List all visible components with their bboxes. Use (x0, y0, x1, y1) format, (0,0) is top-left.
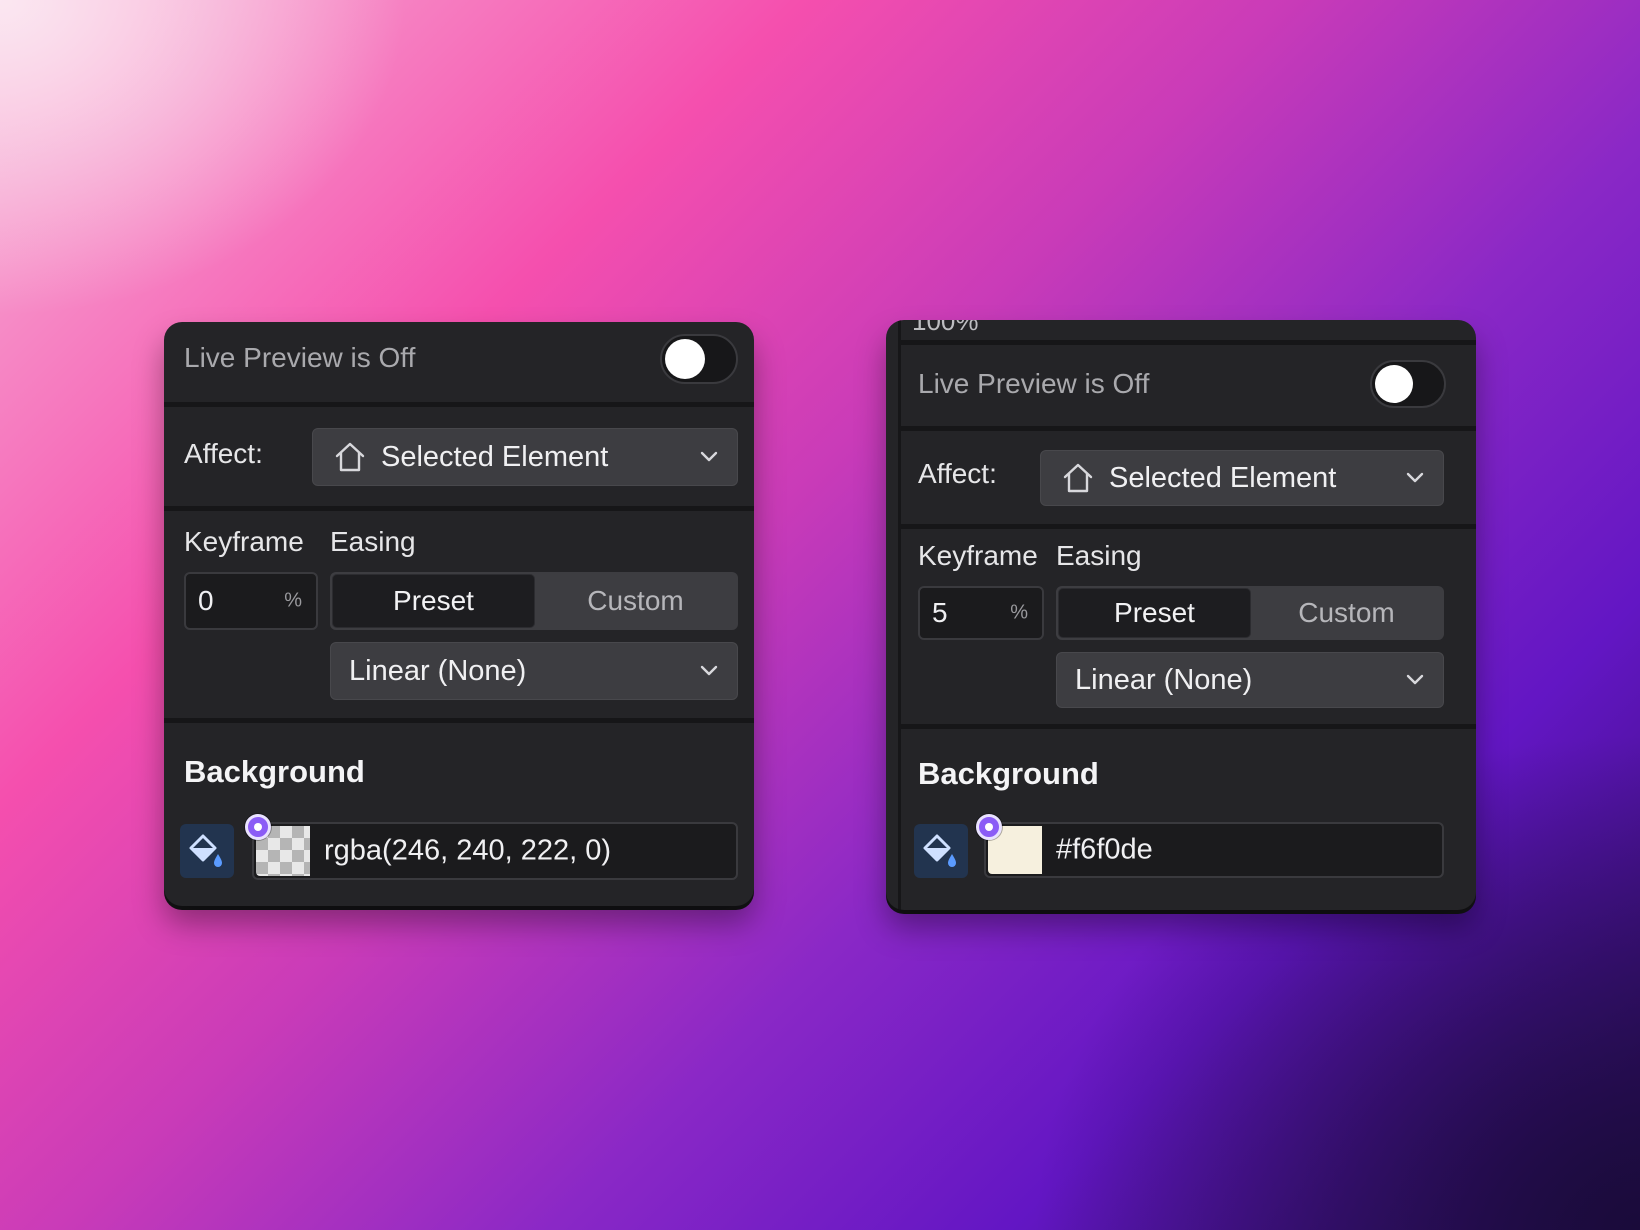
keyframe-input[interactable]: 0 % (184, 572, 318, 630)
animation-panel-left: Live Preview is Off Affect: Selected Ele… (164, 322, 754, 906)
background-color-field[interactable]: rgba(246, 240, 222, 0) (252, 822, 738, 880)
affect-value: Selected Element (1109, 461, 1337, 494)
chevron-down-icon (700, 451, 718, 462)
easing-label: Easing (330, 526, 416, 557)
affect-dropdown[interactable]: Selected Element (312, 428, 738, 486)
keyframe-unit: % (284, 589, 302, 612)
section-divider (898, 340, 1476, 345)
panel-edge-line (898, 320, 901, 910)
background-heading: Background (918, 756, 1099, 791)
paint-bucket-icon (189, 834, 222, 867)
easing-label: Easing (1056, 540, 1142, 571)
background-heading: Background (184, 754, 365, 789)
tab-custom[interactable]: Custom (535, 574, 736, 628)
section-divider (898, 524, 1476, 529)
keyframe-value: 0 (198, 585, 214, 616)
tab-preset[interactable]: Preset (1058, 588, 1251, 638)
keyframe-input[interactable]: 5 % (918, 586, 1044, 640)
section-divider (164, 506, 754, 511)
background-color-field[interactable]: #f6f0de (984, 822, 1444, 878)
chevron-down-icon (1406, 674, 1424, 685)
section-divider (164, 718, 754, 723)
zoom-level: 100% (912, 320, 979, 336)
paint-bucket-button[interactable] (914, 824, 968, 878)
easing-mode-toggle: Preset Custom (330, 572, 738, 630)
section-divider (164, 402, 754, 407)
color-value: rgba(246, 240, 222, 0) (324, 834, 611, 867)
live-preview-toggle[interactable] (660, 334, 738, 384)
toggle-knob (1375, 365, 1413, 403)
toggle-knob (665, 339, 705, 379)
keyframe-label: Keyframe (918, 540, 1038, 571)
section-divider (898, 724, 1476, 729)
animated-property-dot[interactable] (976, 814, 1002, 840)
color-value: #f6f0de (1056, 833, 1153, 866)
live-preview-label: Live Preview is Off (184, 342, 416, 373)
easing-preset-value: Linear (None) (1075, 663, 1253, 696)
easing-preset-value: Linear (None) (349, 654, 527, 687)
live-preview-toggle[interactable] (1370, 360, 1446, 408)
easing-preset-dropdown[interactable]: Linear (None) (330, 642, 738, 700)
affect-value: Selected Element (381, 440, 609, 473)
animation-panel-right: 100% Live Preview is Off Affect: Selecte… (886, 320, 1476, 910)
easing-preset-dropdown[interactable]: Linear (None) (1056, 652, 1444, 708)
chevron-down-icon (1406, 472, 1424, 483)
animated-property-dot[interactable] (245, 814, 271, 840)
easing-mode-toggle: Preset Custom (1056, 586, 1444, 640)
home-icon (335, 442, 365, 472)
affect-label: Affect: (918, 458, 997, 489)
live-preview-label: Live Preview is Off (918, 368, 1150, 399)
tab-preset[interactable]: Preset (332, 574, 535, 628)
keyframe-value: 5 (932, 597, 948, 628)
tab-custom[interactable]: Custom (1251, 588, 1442, 638)
affect-dropdown[interactable]: Selected Element (1040, 450, 1444, 506)
home-icon (1063, 463, 1093, 493)
chevron-down-icon (700, 665, 718, 676)
section-divider (898, 426, 1476, 431)
paint-bucket-button[interactable] (180, 824, 234, 878)
paint-bucket-icon (923, 834, 956, 867)
keyframe-unit: % (1010, 601, 1028, 624)
keyframe-label: Keyframe (184, 526, 304, 557)
affect-label: Affect: (184, 438, 263, 469)
